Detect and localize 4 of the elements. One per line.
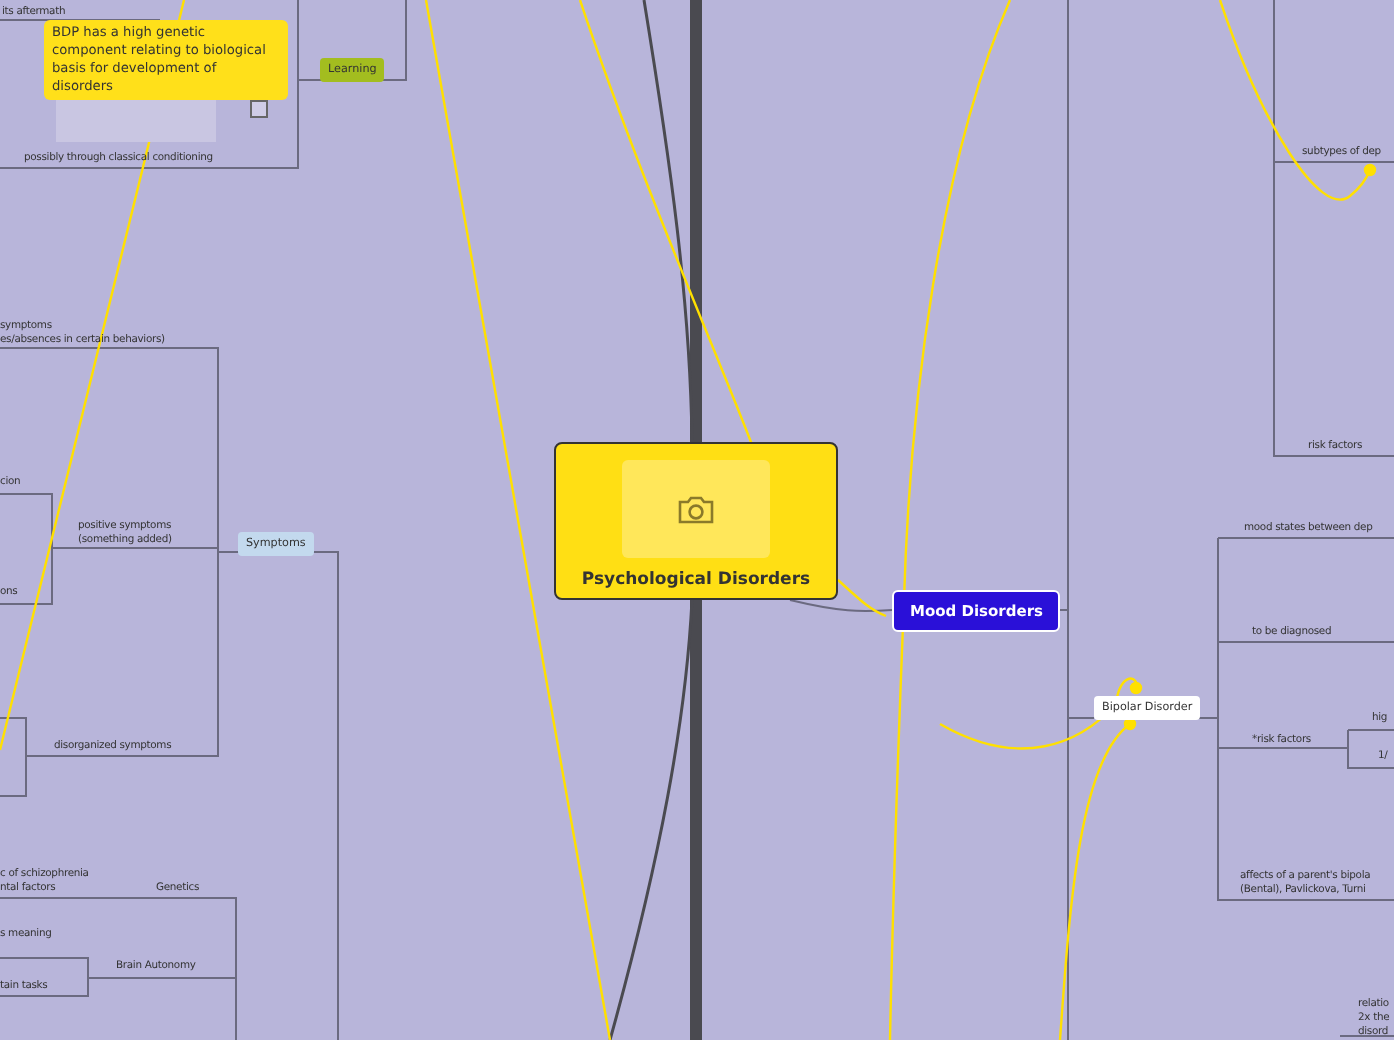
- camera-icon: [676, 493, 716, 525]
- expand-icon[interactable]: [250, 100, 268, 118]
- central-topic-node[interactable]: Psychological Disorders: [554, 442, 838, 600]
- central-topic-title: Psychological Disorders: [581, 570, 811, 590]
